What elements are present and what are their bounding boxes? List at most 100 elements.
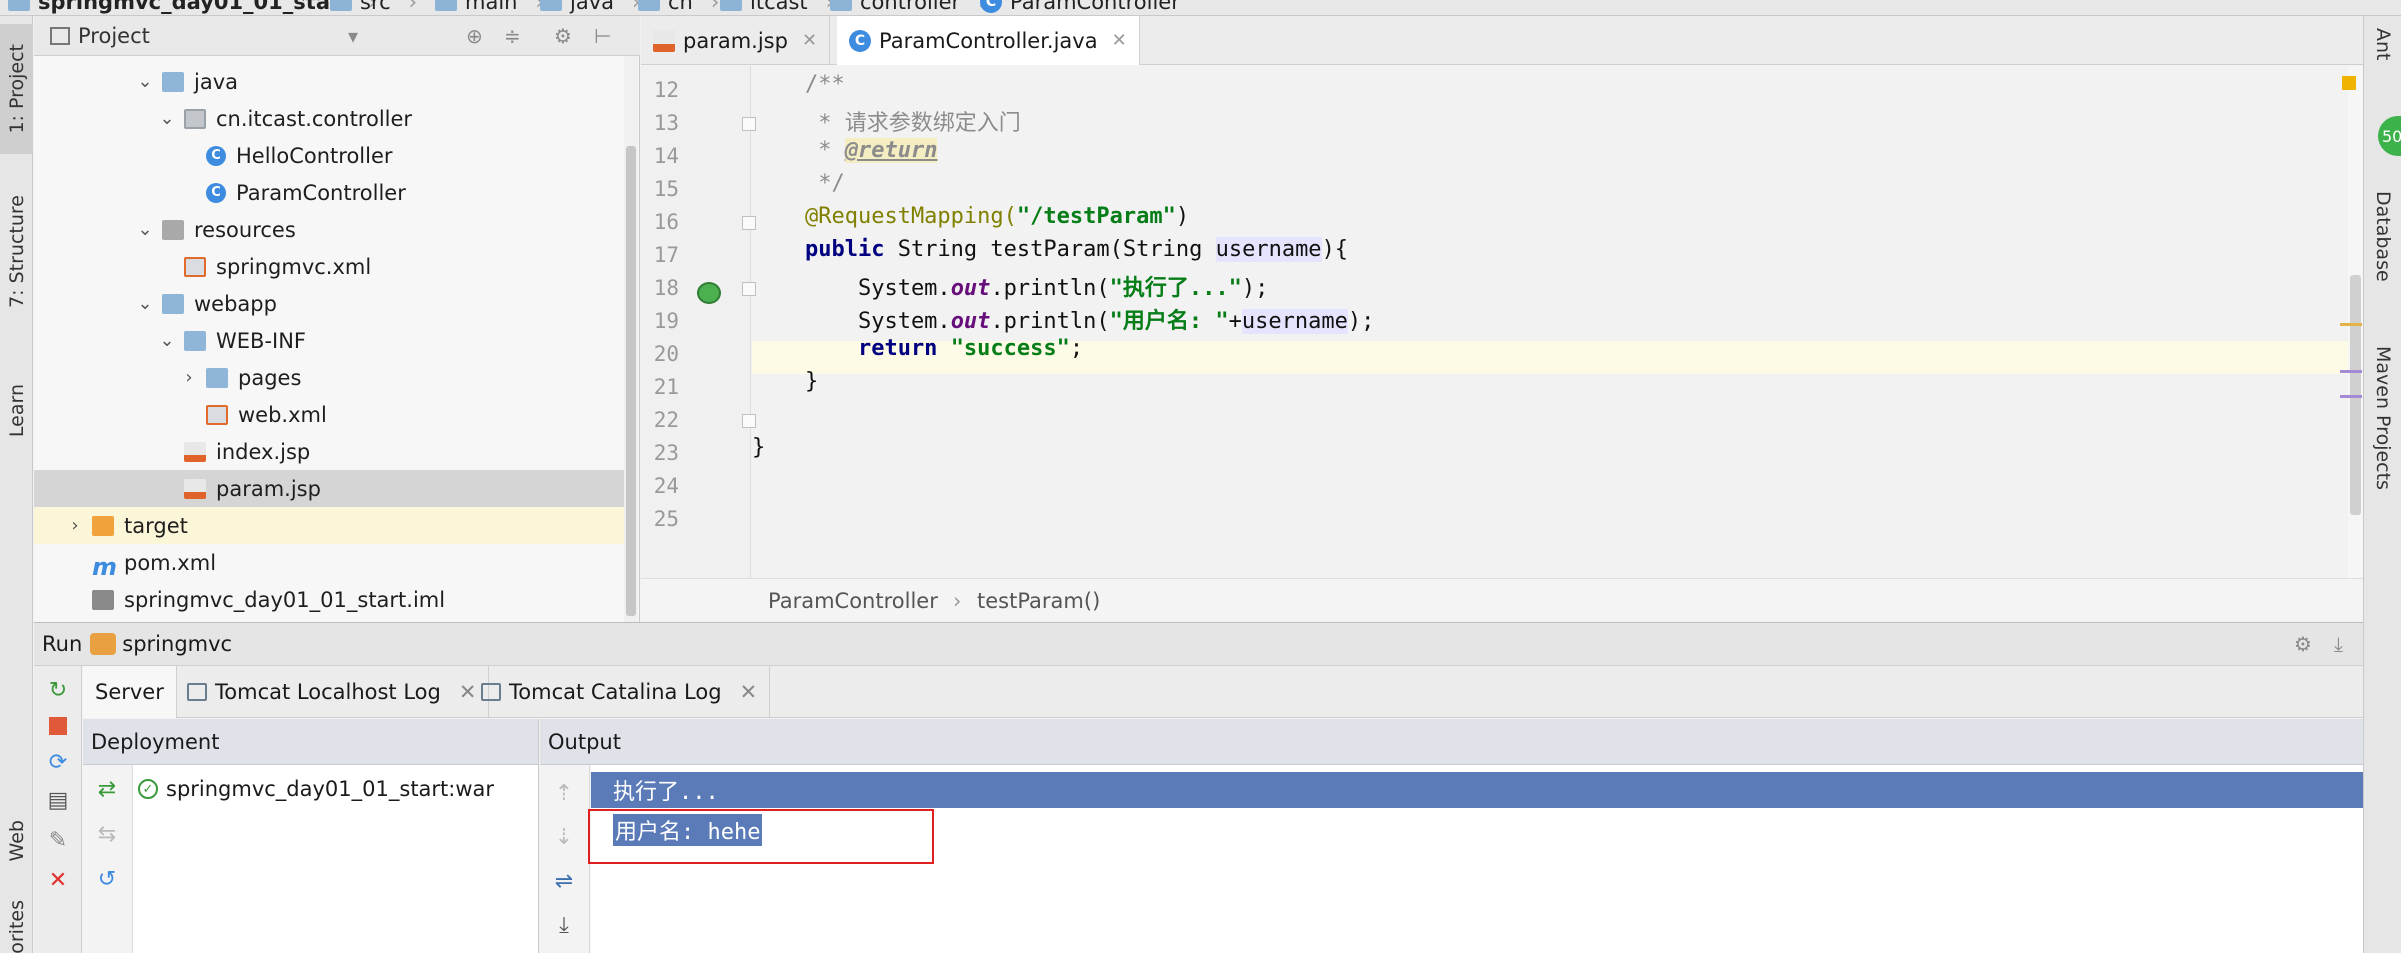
pin-icon[interactable]: ✎	[44, 826, 72, 854]
run-tab-bar: Server Tomcat Localhost Log ✕ Tomcat Cata…	[83, 666, 2363, 718]
locate-icon[interactable]: ⊕	[466, 24, 483, 48]
tool-tab-maven-projects[interactable]: Maven Projects	[2364, 346, 2401, 546]
tab-server[interactable]: Server	[83, 666, 177, 718]
scroll-to-end-icon[interactable]: ⤓	[550, 911, 578, 939]
gear-icon[interactable]: ⚙	[2294, 632, 2312, 656]
chevron-right-icon[interactable]: ›	[178, 367, 200, 388]
package-icon	[720, 0, 742, 11]
tree-item-pages[interactable]: › pages	[34, 359, 624, 396]
class-icon: C	[206, 145, 226, 166]
tree-item-java[interactable]: ⌄ java	[34, 63, 624, 100]
breadcrumb-method[interactable]: testParam()	[977, 589, 1100, 613]
spring-mapping-icon[interactable]	[697, 282, 721, 304]
tool-tab-web[interactable]: Web	[0, 796, 33, 886]
tool-tab-learn[interactable]: Learn	[0, 356, 33, 466]
class-icon: C	[980, 0, 1002, 13]
nav-crumb-java[interactable]: java ›	[540, 0, 640, 16]
line-number: 17	[653, 243, 679, 267]
tree-item-web-xml[interactable]: web.xml	[34, 396, 624, 433]
collapse-all-icon[interactable]: ≑	[504, 24, 521, 48]
code-line-20: System.out.println("用户名: "+username);	[752, 309, 1375, 334]
tab-param-jsp[interactable]: param.jsp ✕	[641, 16, 831, 65]
folder-icon	[162, 293, 184, 314]
close-icon[interactable]: ✕	[44, 866, 72, 894]
module-icon	[8, 0, 30, 11]
nav-crumb-itcast[interactable]: itcast›	[720, 0, 834, 16]
error-stripe-marker[interactable]	[2340, 370, 2362, 373]
tree-item-webapp[interactable]: ⌄ webapp	[34, 285, 624, 322]
tree-item-target[interactable]: › target	[34, 507, 624, 544]
deployment-item[interactable]: ✓ springmvc_day01_01_start:war	[138, 773, 494, 805]
project-scrollbar-thumb[interactable]	[626, 146, 636, 616]
code-line-17: @RequestMapping("/testParam")	[752, 204, 1190, 229]
tree-item-web-inf[interactable]: ⌄ WEB-INF	[34, 322, 624, 359]
maven-icon: m	[92, 552, 118, 581]
line-number: 18	[653, 276, 679, 300]
deploy-icon[interactable]: ⇄	[93, 775, 121, 803]
gear-icon[interactable]: ⚙	[554, 24, 572, 48]
run-panel-header: Run springmvc ⚙ ⤓	[34, 622, 2363, 666]
close-icon[interactable]: ✕	[1112, 30, 1127, 51]
error-stripe-marker[interactable]	[2340, 395, 2362, 398]
redeploy-icon[interactable]: ↺	[93, 865, 121, 893]
update-icon[interactable]: ⟳	[44, 748, 72, 776]
project-view-selector[interactable]: Project	[78, 24, 150, 48]
minimize-panel-icon[interactable]: ⤓	[2334, 632, 2343, 656]
nav-crumb-project[interactable]: springmvc_day01_01_start ›	[8, 0, 377, 16]
scroll-down-icon[interactable]: ⇣	[550, 823, 578, 851]
tree-item-hellocontroller[interactable]: C HelloController	[34, 137, 624, 174]
tree-item-iml[interactable]: springmvc_day01_01_start.iml	[34, 581, 624, 618]
tree-item-param-jsp[interactable]: param.jsp	[34, 470, 624, 507]
undeploy-icon[interactable]: ⇆	[93, 820, 121, 848]
rerun-icon[interactable]: ↻	[44, 676, 72, 704]
tree-item-springmvc-xml[interactable]: springmvc.xml	[34, 248, 624, 285]
tab-paramcontroller-java[interactable]: C ParamController.java ✕	[837, 16, 1140, 65]
tool-tab-project[interactable]: 1: Project	[0, 24, 33, 154]
error-stripe-marker[interactable]	[2340, 323, 2362, 326]
chevron-down-icon[interactable]: ⌄	[134, 71, 156, 92]
tool-tab-favorites[interactable]: orites	[0, 900, 33, 953]
nav-crumb-class[interactable]: C ParamController	[980, 0, 1180, 16]
nav-crumb-main[interactable]: main›	[435, 0, 544, 16]
editor-gutter: 12 13 14 15 16 17 18 19 20 21 22 23 24 2…	[641, 66, 756, 578]
warning-marker-icon[interactable]	[2342, 76, 2356, 90]
class-icon: C	[206, 182, 226, 203]
code-line-21: return "success";	[752, 336, 1084, 361]
dropdown-arrow-icon[interactable]: ▾	[348, 24, 358, 48]
tool-tab-structure[interactable]: 7: Structure	[0, 176, 33, 326]
code-line-16: */	[752, 171, 845, 196]
chevron-down-icon[interactable]: ⌄	[156, 330, 178, 351]
tool-tab-database[interactable]: Database	[2364, 191, 2401, 321]
chevron-down-icon[interactable]: ⌄	[134, 293, 156, 314]
chevron-down-icon[interactable]: ⌄	[134, 219, 156, 240]
deployment-list: ⇄ ⇆ ↺ ✓ springmvc_day01_01_start:war	[83, 765, 539, 953]
chevron-right-icon[interactable]: ›	[64, 515, 86, 536]
nav-crumb-cn[interactable]: cn ›	[638, 0, 719, 16]
line-number: 21	[653, 375, 679, 399]
layout-icon[interactable]: ▤	[44, 786, 72, 814]
code-editor[interactable]: /** * 请求参数绑定入门 * @return */ @RequestMapp…	[752, 66, 2348, 578]
nav-crumb-src[interactable]: src ›	[330, 0, 417, 16]
tree-item-resources[interactable]: ⌄ resources	[34, 211, 624, 248]
tree-item-pom-xml[interactable]: m pom.xml	[34, 544, 624, 581]
jsp-file-icon	[653, 29, 675, 52]
package-icon	[638, 0, 660, 11]
nav-crumb-controller[interactable]: controller›	[830, 0, 987, 16]
tree-item-paramcontroller[interactable]: C ParamController	[34, 174, 624, 211]
tree-item-index-jsp[interactable]: index.jsp	[34, 433, 624, 470]
close-icon[interactable]: ✕	[740, 680, 758, 704]
tool-tab-ant[interactable]: Ant	[2364, 28, 2401, 118]
chevron-down-icon[interactable]: ⌄	[156, 108, 178, 129]
hide-panel-icon[interactable]: ⊢	[594, 24, 611, 48]
breadcrumb-class[interactable]: ParamController	[768, 589, 938, 613]
tree-item-package[interactable]: ⌄ cn.itcast.controller	[34, 100, 624, 137]
soft-wrap-icon[interactable]: ⇌	[550, 867, 578, 895]
tab-tomcat-localhost-log[interactable]: Tomcat Localhost Log ✕	[175, 666, 490, 718]
stop-icon[interactable]	[44, 712, 72, 740]
folder-icon	[540, 0, 562, 11]
jsp-file-icon	[184, 441, 206, 462]
scroll-up-icon[interactable]: ⇡	[550, 779, 578, 807]
close-icon[interactable]: ✕	[802, 30, 817, 51]
line-number: 24	[653, 474, 679, 498]
tab-tomcat-catalina-log[interactable]: Tomcat Catalina Log ✕	[469, 666, 771, 718]
